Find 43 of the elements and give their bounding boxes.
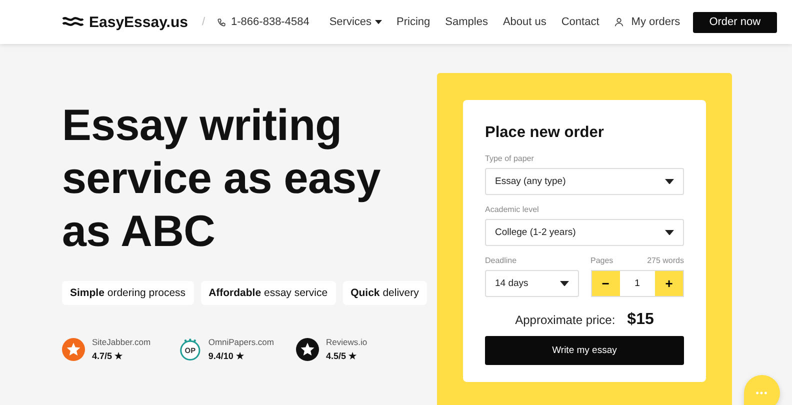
phone-link[interactable]: 1-866-838-4584 — [217, 16, 310, 28]
nav-link[interactable]: Samples — [445, 16, 488, 28]
rating-score: 9.4/10 ★ — [208, 351, 245, 361]
form-title: Place new order — [485, 124, 605, 142]
pages-value[interactable]: 1 — [620, 271, 655, 296]
order-now-button[interactable]: Order now — [693, 12, 777, 32]
feature-tag: Simple ordering process — [62, 281, 194, 305]
logo-icon — [62, 16, 84, 28]
field-label: Pages — [590, 256, 614, 265]
rating-score: 4.5/5 ★ — [326, 351, 358, 361]
select-field[interactable]: 14 days — [485, 270, 578, 297]
nav-link[interactable]: Services — [329, 16, 382, 28]
price-value: $15 — [627, 311, 654, 329]
review-site: OmniPapers.com — [208, 337, 274, 347]
feature-tag: Affordable essay service — [200, 281, 336, 305]
account-link[interactable]: My orders — [614, 16, 680, 28]
field-label: Type of paper — [485, 154, 535, 163]
user-icon — [614, 17, 624, 27]
caret-icon — [560, 280, 568, 286]
select-field[interactable]: College (1-2 years) — [485, 219, 684, 246]
nav-link[interactable]: Contact — [561, 16, 600, 28]
phone-number: 1-866-838-4584 — [231, 16, 310, 28]
site-logo[interactable]: EasyEssay.us — [89, 14, 188, 30]
badge-icon: OP — [179, 338, 202, 360]
caret-icon — [665, 178, 674, 184]
review-site: SiteJabber.com — [92, 337, 151, 347]
nav-link[interactable]: About us — [502, 16, 546, 28]
submit-button[interactable]: Write my essay — [485, 336, 684, 365]
caret-icon — [665, 230, 674, 236]
separator: / — [202, 16, 206, 28]
hero-title: Essay writing service as easy as ABC — [62, 100, 382, 258]
nav-link[interactable]: Pricing — [396, 16, 430, 28]
increase-button[interactable]: + — [655, 271, 683, 296]
review-site: Reviews.io — [326, 337, 368, 347]
word-count: 275 words — [647, 256, 684, 265]
field-label: Academic level — [485, 205, 540, 214]
phone-icon — [217, 18, 226, 26]
decrease-button[interactable]: − — [592, 271, 620, 296]
price-label: Approximate price: — [515, 313, 616, 327]
field-label: Deadline — [485, 256, 518, 265]
select-field[interactable]: Essay (any type) — [485, 168, 684, 195]
rating-score: 4.7/5 ★ — [92, 351, 124, 361]
feature-tag: Quick delivery — [342, 281, 427, 305]
